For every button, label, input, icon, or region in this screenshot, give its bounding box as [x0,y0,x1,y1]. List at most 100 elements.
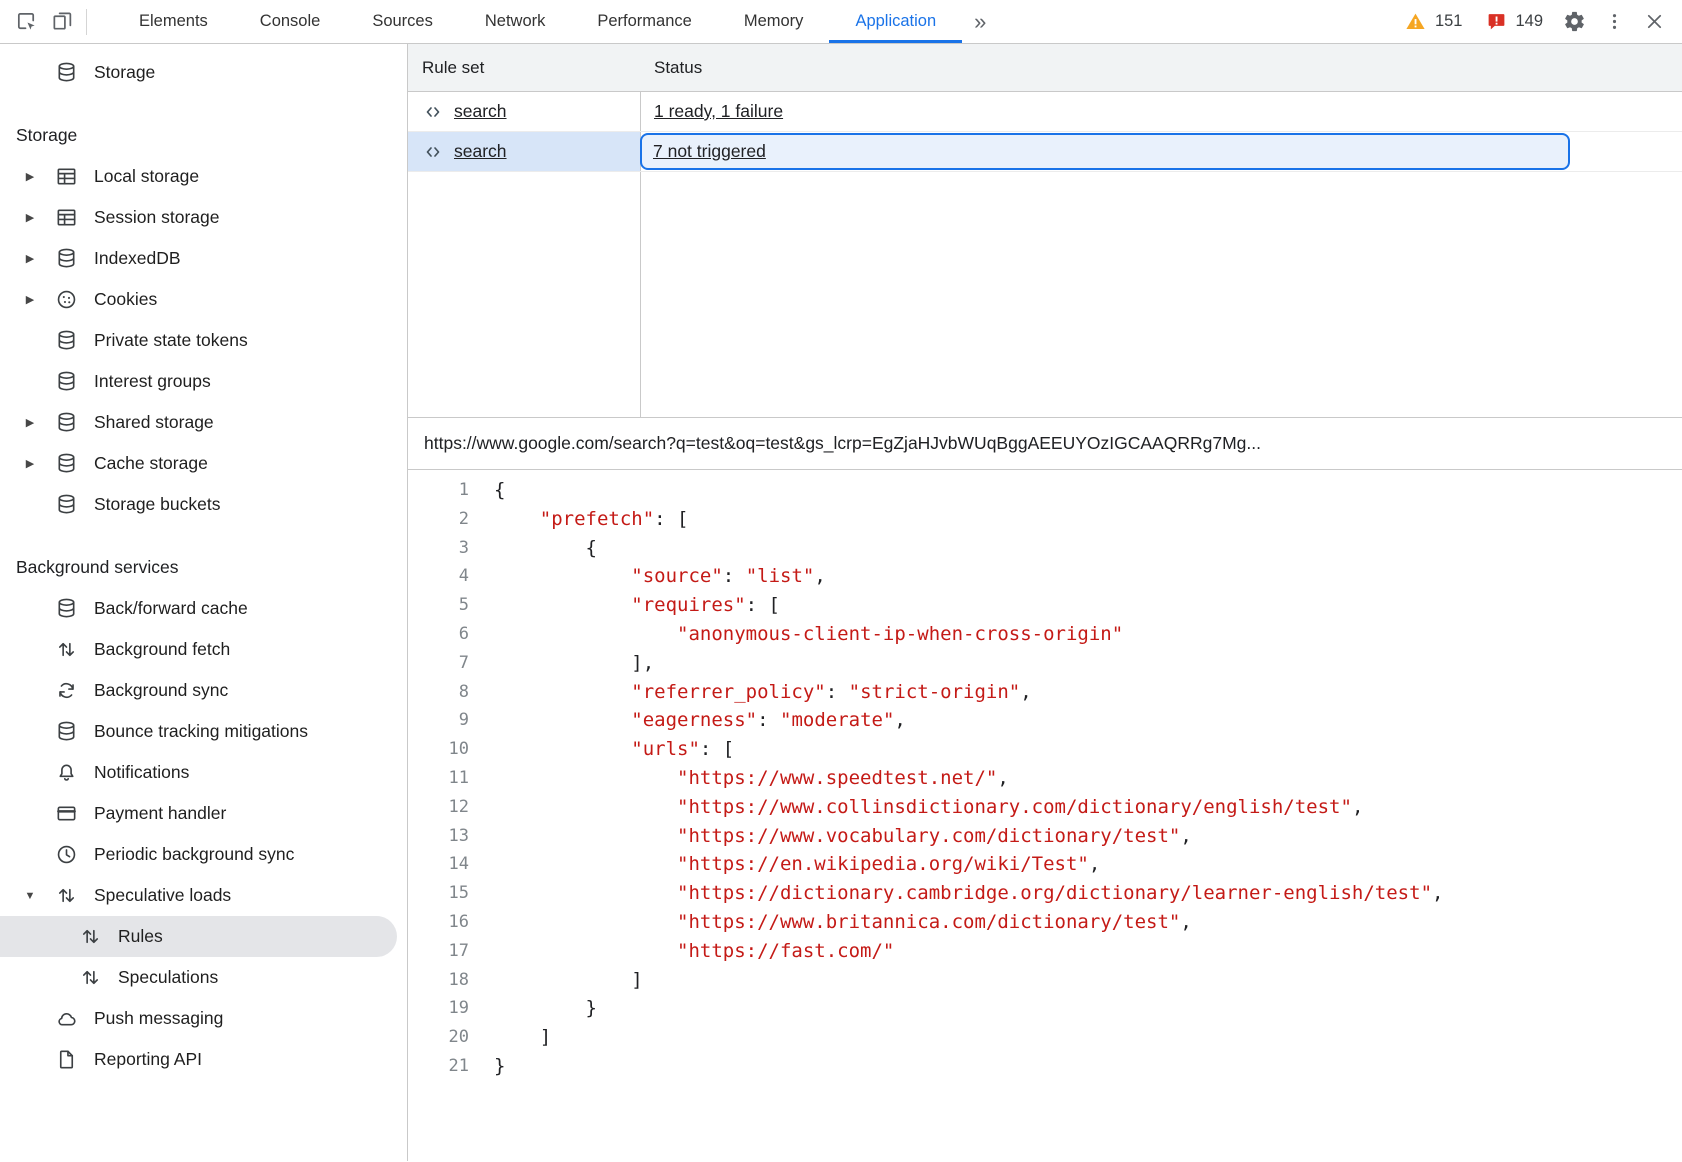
updown-icon [54,638,78,662]
tab-application[interactable]: Application [829,0,962,43]
line-number: 17 [408,937,469,966]
collapsed-arrow-icon[interactable]: ▶ [22,293,38,306]
toolbar-separator [86,9,87,35]
sidebar-item-session-storage[interactable]: ▶Session storage [0,197,407,238]
close-button[interactable] [1636,4,1672,40]
sidebar-item-shared-storage[interactable]: ▶Shared storage [0,402,407,443]
status-cell[interactable]: 1 ready, 1 failure [640,92,1682,131]
line-number: 14 [408,850,469,879]
code-text: "urls": [ [494,735,734,764]
sidebar-item-interest-groups[interactable]: Interest groups [0,361,407,402]
sidebar-item-notifications[interactable]: Notifications [0,752,407,793]
rule-set-cell[interactable]: search [408,132,640,171]
sidebar-item-private-state-tokens[interactable]: Private state tokens [0,320,407,361]
database-icon [54,720,78,744]
gear-icon [1562,10,1586,34]
status-cell[interactable]: 7 not triggered [640,133,1570,170]
table-header: Rule set Status [408,44,1682,92]
error-count-label: 149 [1515,12,1543,31]
rule-set-row[interactable]: search 7 not triggered [408,132,1682,172]
column-header-status[interactable]: Status [640,58,702,78]
sidebar-item-label: Interest groups [94,371,211,392]
sidebar-item-indexeddb[interactable]: ▶IndexedDB [0,238,407,279]
collapsed-arrow-icon[interactable]: ▶ [22,211,38,224]
clock-icon [54,843,78,867]
sidebar-item-label: Storage buckets [94,494,220,515]
code-line: 14 "https://en.wikipedia.org/wiki/Test", [408,850,1682,879]
more-tabs-chevron-icon[interactable]: » [962,0,998,43]
sidebar-item-rules[interactable]: Rules [0,916,397,957]
sidebar-item-label: Periodic background sync [94,844,294,865]
sidebar-item-background-fetch[interactable]: Background fetch [0,629,407,670]
tab-elements[interactable]: Elements [113,0,234,43]
sidebar-item-back-forward-cache[interactable]: Back/forward cache [0,588,407,629]
code-line: 3 { [408,534,1682,563]
card-icon [54,802,78,826]
toolbar-right: 151 149 [1395,0,1682,43]
collapsed-arrow-icon[interactable]: ▶ [22,170,38,183]
rule-set-cell[interactable]: search [408,92,640,131]
sidebar-item-payment-handler[interactable]: Payment handler [0,793,407,834]
rule-set-link[interactable]: search [454,101,507,122]
rule-set-icon [421,140,445,164]
sidebar-item-speculative-loads[interactable]: ▼ Speculative loads [0,875,407,916]
sidebar-item-reporting-api[interactable]: Reporting API [0,1039,407,1080]
expanded-arrow-icon[interactable]: ▼ [22,890,38,902]
sidebar-item-cookies[interactable]: ▶ Cookies [0,279,407,320]
toolbar-left-icons [0,0,95,43]
sidebar-item-label: Local storage [94,166,199,187]
sidebar-item-periodic-background-sync[interactable]: Periodic background sync [0,834,407,875]
sidebar-item-push-messaging[interactable]: Push messaging [0,998,407,1039]
warnings-counter[interactable]: 151 [1395,10,1472,34]
sidebar-item-label: Reporting API [94,1049,202,1070]
collapsed-arrow-icon[interactable]: ▶ [22,457,38,470]
code-text: "source": "list", [494,562,826,591]
sidebar-item-storage-buckets[interactable]: Storage buckets [0,484,407,525]
sidebar-section-title-background-services: Background services [0,547,407,588]
column-header-rule-set[interactable]: Rule set [408,58,640,78]
inspect-element-button[interactable] [8,4,44,40]
code-text: "requires": [ [494,591,780,620]
status-link[interactable]: 1 ready, 1 failure [654,101,783,122]
tab-performance[interactable]: Performance [571,0,717,43]
tab-sources[interactable]: Sources [346,0,459,43]
code-line: 12 "https://www.collinsdictionary.com/di… [408,793,1682,822]
devtools-tabs: ElementsConsoleSourcesNetworkPerformance… [113,0,962,43]
code-text: "https://dictionary.cambridge.org/dictio… [494,879,1443,908]
error-icon [1484,10,1508,34]
application-sidebar: StorageStorage▶Local storage▶Session sto… [0,44,408,1161]
database-icon [54,452,78,476]
menu-button[interactable] [1596,4,1632,40]
status-link[interactable]: 7 not triggered [653,141,766,162]
sidebar-item-bounce-tracking-mitigations[interactable]: Bounce tracking mitigations [0,711,407,752]
tab-memory[interactable]: Memory [718,0,830,43]
tab-console[interactable]: Console [234,0,347,43]
sidebar-item-label: Cookies [94,289,157,310]
sidebar-item-label: Cache storage [94,453,208,474]
rule-set-link[interactable]: search [454,141,507,162]
collapsed-arrow-icon[interactable]: ▶ [22,416,38,429]
sidebar-item-storage[interactable]: Storage [0,52,407,93]
code-text: ], [494,649,654,678]
sidebar-item-label: Speculative loads [94,885,231,906]
table-icon [54,165,78,189]
collapsed-arrow-icon[interactable]: ▶ [22,252,38,265]
sidebar-item-label: Back/forward cache [94,598,248,619]
issues-counter[interactable]: 149 [1475,10,1552,34]
code-text: "https://www.britannica.com/dictionary/t… [494,908,1192,937]
line-number: 21 [408,1052,469,1081]
line-number: 18 [408,966,469,995]
source-url-text: https://www.google.com/search?q=test&oq=… [424,433,1261,454]
code-line: 19 } [408,994,1682,1023]
device-toolbar-button[interactable] [44,4,80,40]
sidebar-item-background-sync[interactable]: Background sync [0,670,407,711]
settings-button[interactable] [1556,4,1592,40]
rule-set-row[interactable]: search 1 ready, 1 failure [408,92,1682,132]
code-line: 5 "requires": [ [408,591,1682,620]
code-line: 16 "https://www.britannica.com/dictionar… [408,908,1682,937]
sidebar-item-local-storage[interactable]: ▶ Local storage [0,156,407,197]
sidebar-item-speculations[interactable]: Speculations [0,957,407,998]
sidebar-item-label: Rules [118,926,163,947]
tab-network[interactable]: Network [459,0,572,43]
sidebar-item-cache-storage[interactable]: ▶ Cache storage [0,443,407,484]
